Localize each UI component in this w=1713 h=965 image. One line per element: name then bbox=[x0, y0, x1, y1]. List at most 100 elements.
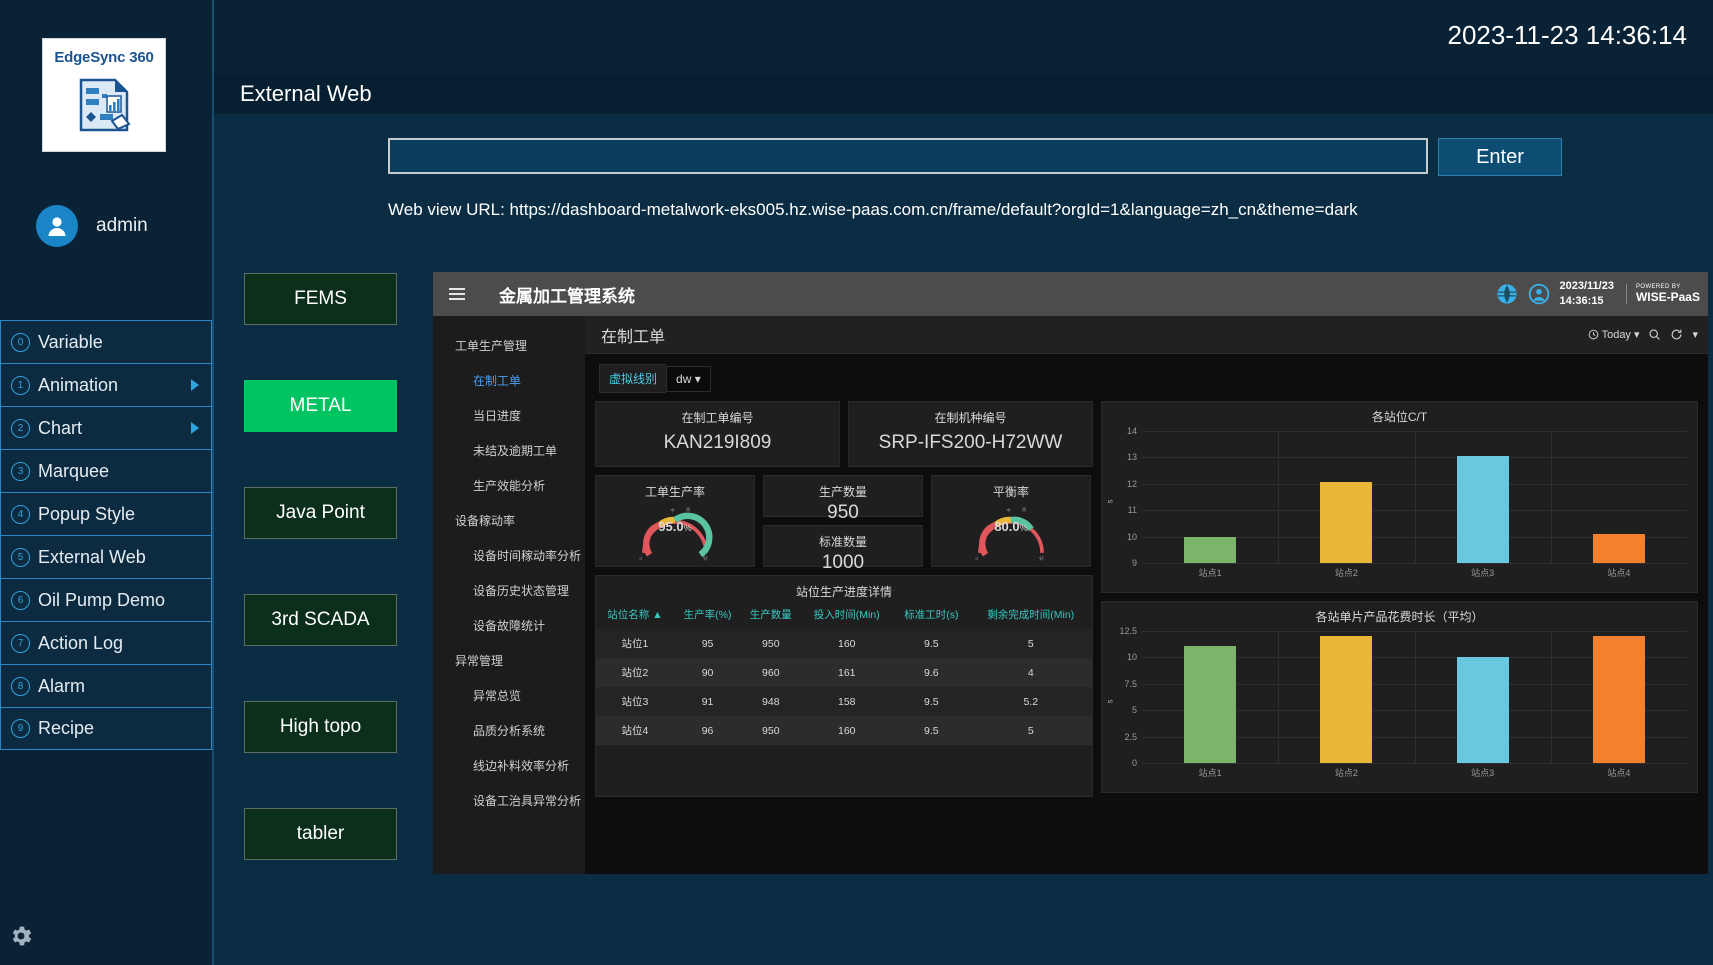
clock-label: 2023-11-23 14:36:14 bbox=[1448, 20, 1688, 51]
station-progress-table: 站位名称 ▲生产率(%)生产数量投入时间(Min)标准工时(s)剩余完成时间(M… bbox=[596, 600, 1092, 745]
production-rate-card: 工单生产率 0 中 高 bbox=[595, 475, 755, 567]
panel-title: 在制工单 bbox=[601, 323, 665, 347]
url-input[interactable] bbox=[390, 140, 1426, 172]
chart-x-labels: 站点1站点2站点3站点4 bbox=[1142, 566, 1687, 579]
sidebar-item-popup-style[interactable]: 4Popup Style bbox=[0, 492, 212, 535]
dashboard-nav-item[interactable]: 异常总览 bbox=[433, 678, 585, 713]
chart-bar-slot bbox=[1551, 631, 1687, 763]
table-column-header[interactable]: 生产率(%) bbox=[674, 600, 741, 629]
demo-button-tabler[interactable]: tabler bbox=[244, 808, 397, 860]
table-cell: 91 bbox=[674, 687, 741, 716]
dashboard-nav-item[interactable]: 当日进度 bbox=[433, 398, 585, 433]
demo-button-java-point[interactable]: Java Point bbox=[244, 487, 397, 539]
chart-bar[interactable] bbox=[1320, 482, 1372, 563]
dashboard-nav: 工单生产管理在制工单当日进度未结及逾期工单生产效能分析设备稼动率设备时间稼动率分… bbox=[433, 316, 585, 874]
chart-bar[interactable] bbox=[1184, 537, 1236, 563]
sidebar-item-recipe[interactable]: 9Recipe bbox=[0, 707, 212, 750]
demo-button-metal[interactable]: METAL bbox=[244, 380, 397, 432]
dashboard-nav-item[interactable]: 未结及逾期工单 bbox=[433, 433, 585, 468]
production-qty-card: 生产数量 950 bbox=[763, 475, 923, 517]
user-profile[interactable]: admin bbox=[36, 205, 148, 247]
svg-text:好: 好 bbox=[703, 555, 708, 562]
y-axis-tick: 7.5 bbox=[1124, 679, 1142, 689]
table-column-header[interactable]: 剩余完成时间(Min) bbox=[970, 600, 1092, 629]
settings-gear-icon[interactable] bbox=[8, 923, 34, 949]
demo-button-high-topo[interactable]: High topo bbox=[244, 701, 397, 753]
x-axis-tick: 站点1 bbox=[1142, 566, 1278, 579]
url-input-wrapper[interactable] bbox=[388, 138, 1428, 174]
dashboard-main: 在制工单 Today ▾ bbox=[585, 316, 1708, 874]
bar-chart-card: 各站单片产品花费时长（平均）s02.557.51012.5站点1站点2站点3站点… bbox=[1101, 601, 1698, 793]
hamburger-menu-icon[interactable] bbox=[449, 288, 465, 300]
demo-button-fems[interactable]: FEMS bbox=[244, 273, 397, 325]
refresh-interval-chevron-icon[interactable]: ▾ bbox=[1692, 328, 1698, 341]
sidebar-item-action-log[interactable]: 7Action Log bbox=[0, 621, 212, 664]
chevron-right-icon bbox=[191, 422, 199, 434]
variable-dropdown[interactable]: dw ▾ bbox=[666, 366, 711, 392]
chevron-right-icon bbox=[191, 379, 199, 391]
demo-button-column: FEMS METAL Java Point 3rd SCADA High topo tab… bbox=[244, 273, 397, 915]
y-axis-tick: 12 bbox=[1127, 479, 1142, 489]
production-rate-value: 95.0 bbox=[658, 519, 683, 534]
dashboard-nav-item[interactable]: 设备工治具异常分析 bbox=[433, 783, 585, 818]
dashboard-nav-item: 设备稼动率 bbox=[433, 503, 585, 538]
user-account-icon[interactable] bbox=[1528, 283, 1550, 305]
dashboard-nav-item[interactable]: 设备故障统计 bbox=[433, 608, 585, 643]
dashboard-nav-item[interactable]: 生产效能分析 bbox=[433, 468, 585, 503]
station-progress-card: 站位生产进度详情 站位名称 ▲生产率(%)生产数量投入时间(Min)标准工时(s… bbox=[595, 575, 1093, 797]
dashboard-nav-item[interactable]: 设备历史状态管理 bbox=[433, 573, 585, 608]
time-range-picker[interactable]: Today ▾ bbox=[1588, 328, 1640, 341]
zoom-out-icon[interactable] bbox=[1648, 328, 1661, 341]
chevron-down-icon: ▾ bbox=[1634, 328, 1640, 341]
sidebar-item-marquee[interactable]: 3Marquee bbox=[0, 449, 212, 492]
enter-button[interactable]: Enter bbox=[1438, 138, 1562, 176]
dashboard-nav-item[interactable]: 线边补料效率分析 bbox=[433, 748, 585, 783]
dashboard-header: 金属加工管理系统 2023/11/23 14:36:15 POWER bbox=[433, 272, 1708, 316]
dashboard-title: 金属加工管理系统 bbox=[499, 282, 635, 307]
demo-button-3rd-scada[interactable]: 3rd SCADA bbox=[244, 594, 397, 646]
info-card-row: 在制工单编号 KAN219I809 在制机种编号 SRP-IFS200-H72W… bbox=[595, 401, 1093, 467]
x-axis-tick: 站点2 bbox=[1278, 766, 1414, 779]
table-column-header[interactable]: 站位名称 ▲ bbox=[596, 600, 674, 629]
y-axis-tick: 10 bbox=[1127, 652, 1142, 662]
chart-x-labels: 站点1站点2站点3站点4 bbox=[1142, 766, 1687, 779]
chart-bar[interactable] bbox=[1320, 636, 1372, 763]
dashboard-time: 14:36:15 bbox=[1560, 294, 1614, 309]
table-column-header[interactable]: 标准工时(s) bbox=[893, 600, 969, 629]
dashboard-nav-item[interactable]: 在制工单 bbox=[433, 363, 585, 398]
dashboard-nav-item[interactable]: 品质分析系统 bbox=[433, 713, 585, 748]
chart-bar[interactable] bbox=[1457, 456, 1509, 563]
station-progress-title: 站位生产进度详情 bbox=[596, 576, 1092, 600]
sidebar-item-chart[interactable]: 2Chart bbox=[0, 406, 212, 449]
sidebar-item-label: Oil Pump Demo bbox=[38, 590, 165, 611]
chart-bar[interactable] bbox=[1184, 646, 1236, 763]
chart-bar[interactable] bbox=[1457, 657, 1509, 763]
application-root: EdgeSync 360 bbox=[0, 0, 1713, 965]
production-rate-label: 工单生产率 bbox=[596, 476, 754, 500]
dashboard-nav-item[interactable]: 设备时间稼动率分析 bbox=[433, 538, 585, 573]
table-column-header[interactable]: 生产数量 bbox=[741, 600, 800, 629]
sidebar-item-variable[interactable]: 0Variable bbox=[0, 320, 212, 363]
refresh-icon[interactable] bbox=[1670, 328, 1683, 341]
sidebar-item-alarm[interactable]: 8Alarm bbox=[0, 664, 212, 707]
sidebar-item-animation[interactable]: 1Animation bbox=[0, 363, 212, 406]
chart-bar-slot bbox=[1415, 631, 1551, 763]
chart-bar-slot bbox=[1415, 431, 1551, 563]
y-axis-tick: 10 bbox=[1127, 532, 1142, 542]
sidebar-item-oil-pump-demo[interactable]: 6Oil Pump Demo bbox=[0, 578, 212, 621]
chart-bars bbox=[1142, 431, 1687, 563]
globe-language-icon[interactable] bbox=[1496, 283, 1518, 305]
dashboard-nav-item: 异常管理 bbox=[433, 643, 585, 678]
sidebar-item-label: Chart bbox=[38, 418, 82, 439]
bar-chart-card: 各站位C/Ts91011121314站点1站点2站点3站点4 bbox=[1101, 401, 1698, 593]
sidebar-item-label: Recipe bbox=[38, 718, 94, 739]
sidebar-item-external-web[interactable]: 5External Web bbox=[0, 535, 212, 578]
menu-number-badge: 8 bbox=[11, 677, 30, 696]
balance-rate-label: 平衡率 bbox=[932, 476, 1090, 500]
y-axis-label: s bbox=[1106, 700, 1115, 704]
menu-number-badge: 3 bbox=[11, 462, 30, 481]
chart-bar-slot bbox=[1142, 431, 1278, 563]
chart-bar[interactable] bbox=[1593, 534, 1645, 563]
table-column-header[interactable]: 投入时间(Min) bbox=[800, 600, 893, 629]
chart-bar[interactable] bbox=[1593, 636, 1645, 763]
